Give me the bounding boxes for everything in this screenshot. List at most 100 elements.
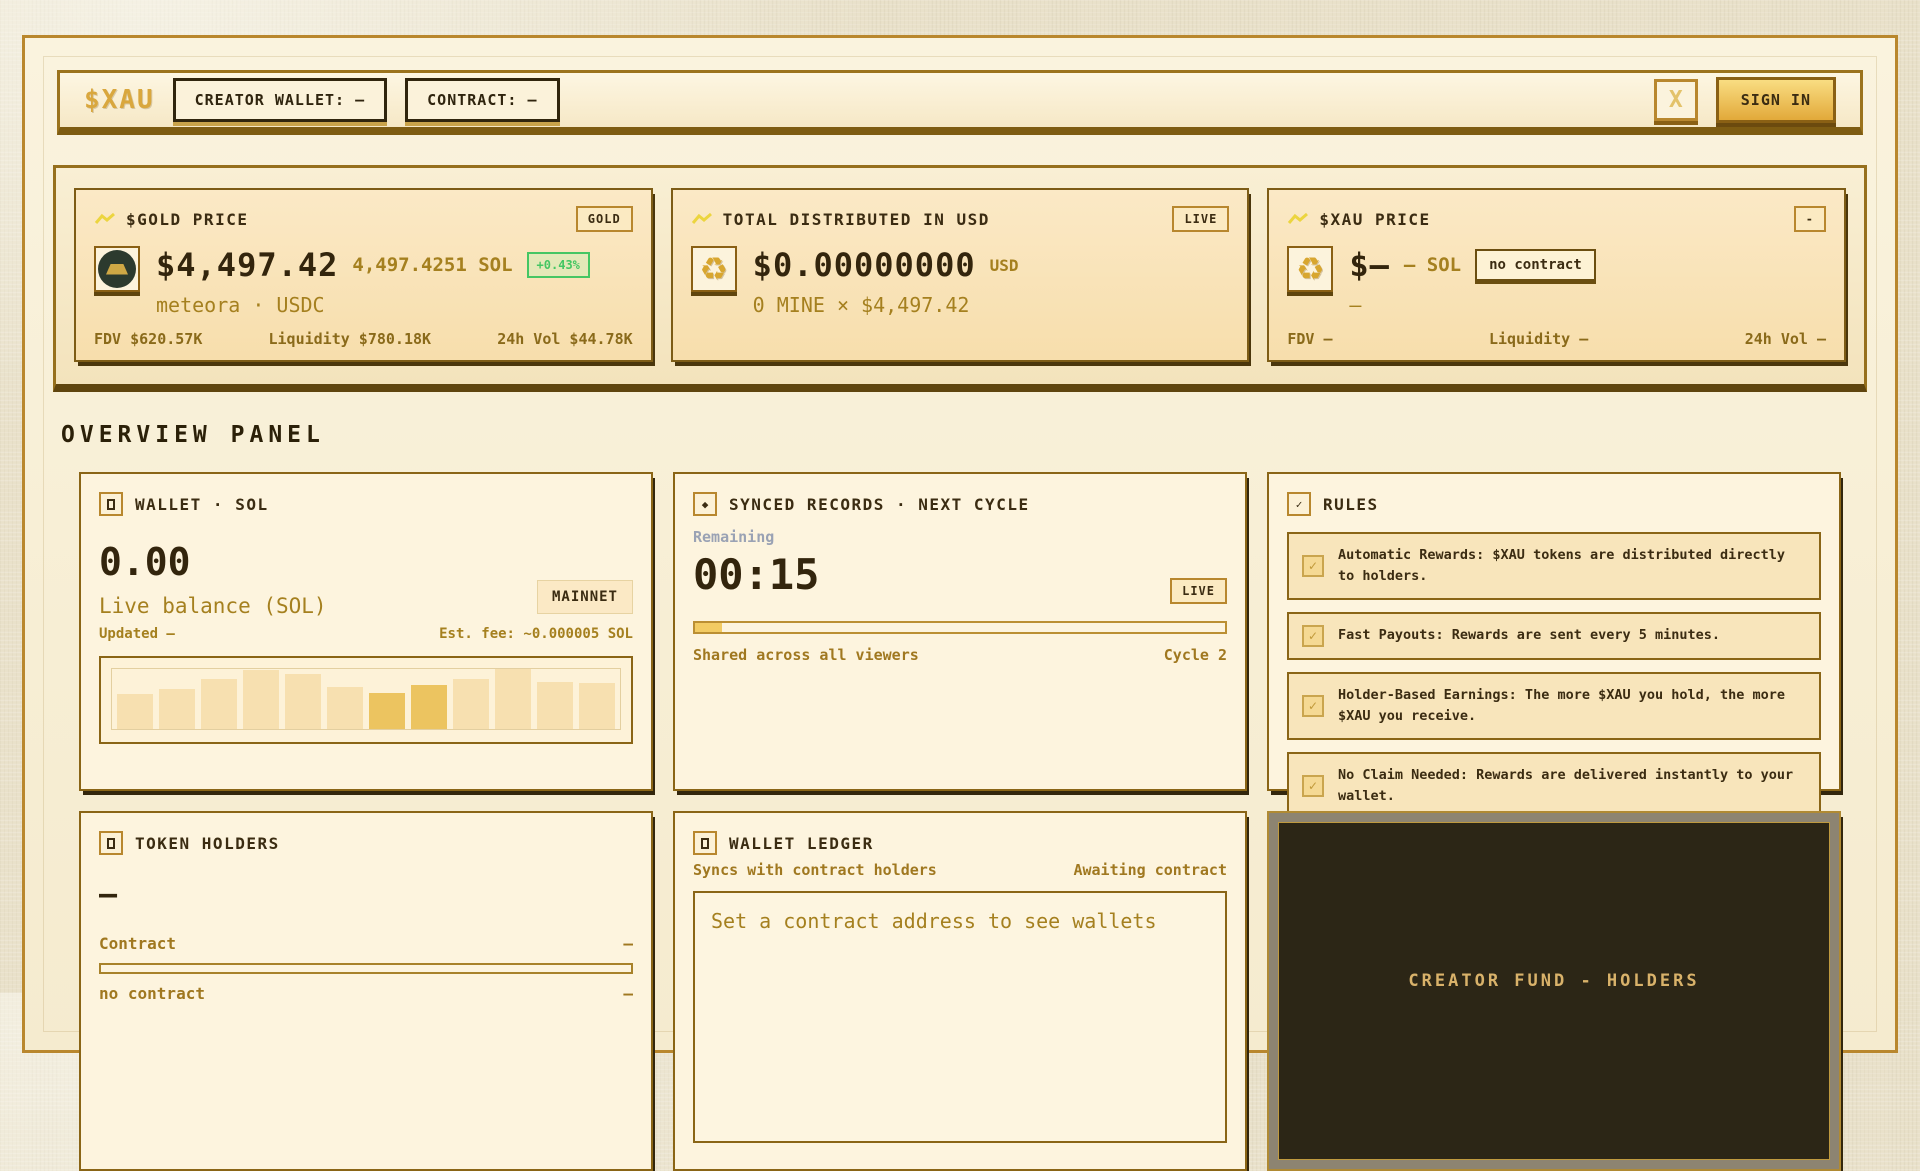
wallet-balance: 0.00 bbox=[99, 540, 633, 584]
holders-icon bbox=[99, 831, 123, 855]
xau-price-card: $XAU PRICE - ♻ $– – SOL no contract – FD… bbox=[1267, 188, 1846, 362]
creator-fund-screen: CREATOR FUND - HOLDERS bbox=[1278, 822, 1830, 1160]
contract-button[interactable]: CONTRACT: – bbox=[405, 78, 559, 122]
spark-bar bbox=[453, 679, 489, 729]
spark-bar bbox=[159, 689, 195, 729]
gold-price-card: $GOLD PRICE GOLD $4,497.42 4,497.4251 SO… bbox=[74, 188, 653, 362]
overview-heading: OVERVIEW PANEL bbox=[61, 422, 1861, 448]
check-icon: ✓ bbox=[1287, 492, 1311, 516]
fdv-stat: FDV $620.57K bbox=[94, 330, 202, 348]
overview-grid: WALLET · SOL 0.00 Live balance (SOL) MAI… bbox=[79, 472, 1841, 1171]
card-title: TOTAL DISTRIBUTED IN USD bbox=[723, 210, 990, 229]
holders-progress-bar bbox=[99, 963, 633, 974]
price-change-badge: +0.43% bbox=[527, 252, 590, 278]
pair-label: – bbox=[1349, 293, 1595, 317]
gold-ingot-icon bbox=[106, 264, 128, 275]
no-contract-row: no contract – bbox=[99, 984, 633, 1003]
price-text-column: $4,497.42 4,497.4251 SOL +0.43% meteora … bbox=[156, 246, 590, 317]
card-title: WALLET LEDGER bbox=[729, 834, 874, 853]
price-text-column: $0.00000000 USD 0 MINE × $4,497.42 bbox=[753, 246, 1019, 317]
updated-label: Updated – bbox=[99, 626, 175, 642]
distributed-token-icon: ♻ bbox=[691, 246, 737, 292]
rule-text: Holder-Based Earnings: The more $XAU you… bbox=[1338, 685, 1806, 727]
liquidity-stat: Liquidity – bbox=[1489, 330, 1588, 348]
pair-label: meteora · USDC bbox=[156, 293, 590, 317]
price-row: ♻ $0.00000000 USD 0 MINE × $4,497.42 bbox=[691, 246, 1230, 317]
price-strip: $GOLD PRICE GOLD $4,497.42 4,497.4251 SO… bbox=[53, 165, 1867, 392]
live-badge: LIVE bbox=[1172, 206, 1229, 232]
dash-badge: - bbox=[1794, 206, 1826, 232]
rule-text: No Claim Needed: Rewards are delivered i… bbox=[1338, 765, 1806, 807]
x-social-button[interactable]: X bbox=[1654, 79, 1698, 121]
chart-line-icon bbox=[94, 212, 116, 226]
price-main: $0.00000000 USD bbox=[753, 246, 1019, 284]
rule-checkbox-icon: ✓ bbox=[1302, 555, 1324, 577]
card-title: TOKEN HOLDERS bbox=[135, 834, 280, 853]
card-header: ✓ RULES bbox=[1287, 492, 1821, 516]
creator-wallet-button[interactable]: CREATOR WALLET: – bbox=[173, 78, 388, 122]
spark-bar bbox=[285, 674, 321, 729]
rule-item: ✓Holder-Based Earnings: The more $XAU yo… bbox=[1287, 672, 1821, 740]
sparkline-frame bbox=[99, 656, 633, 744]
fdv-stat: FDV – bbox=[1287, 330, 1332, 348]
app-frame: $XAU CREATOR WALLET: – CONTRACT: – X SIG… bbox=[22, 35, 1898, 1053]
no-contract-chip: no contract bbox=[1475, 249, 1596, 281]
live-badge: LIVE bbox=[1170, 578, 1227, 604]
contract-row: Contract – bbox=[99, 934, 633, 953]
wallet-meta-row: Updated – Est. fee: ~0.000005 SOL bbox=[99, 626, 633, 642]
card-title: WALLET · SOL bbox=[135, 495, 269, 514]
card-header: TOKEN HOLDERS bbox=[99, 831, 633, 855]
card-footer: FDV $620.57K Liquidity $780.18K 24h Vol … bbox=[94, 330, 633, 348]
chart-line-icon bbox=[691, 212, 713, 226]
card-header: $GOLD PRICE GOLD bbox=[94, 206, 633, 232]
wallet-ledger-card: WALLET LEDGER Syncs with contract holder… bbox=[673, 811, 1247, 1171]
card-title: $GOLD PRICE bbox=[126, 210, 248, 229]
diamond-icon: ◆ bbox=[693, 492, 717, 516]
rule-item: ✓Automatic Rewards: $XAU tokens are dist… bbox=[1287, 532, 1821, 600]
recycle-icon: ♻ bbox=[699, 253, 728, 285]
spark-bar bbox=[411, 685, 447, 729]
card-title: $XAU PRICE bbox=[1319, 210, 1430, 229]
sign-in-button[interactable]: SIGN IN bbox=[1716, 77, 1836, 123]
volume-stat: 24h Vol $44.78K bbox=[497, 330, 632, 348]
distributed-value: $0.00000000 bbox=[753, 246, 976, 284]
shared-label: Shared across all viewers bbox=[693, 646, 919, 664]
header-bar: $XAU CREATOR WALLET: – CONTRACT: – X SIG… bbox=[57, 70, 1863, 135]
price-text-column: $– – SOL no contract – bbox=[1349, 246, 1595, 317]
gold-token-icon bbox=[94, 246, 140, 292]
chart-line-icon bbox=[1287, 212, 1309, 226]
rules-list: ✓Automatic Rewards: $XAU tokens are dist… bbox=[1287, 532, 1821, 820]
ledger-list-box: Set a contract address to see wallets bbox=[693, 891, 1227, 1143]
xau-price-sol: – SOL bbox=[1404, 254, 1461, 276]
holders-icon-glyph bbox=[107, 838, 115, 849]
cycle-progress-fill bbox=[695, 623, 722, 632]
card-footer: FDV – Liquidity – 24h Vol – bbox=[1287, 330, 1826, 348]
contract-value: – bbox=[623, 934, 633, 953]
price-row: ♻ $– – SOL no contract – bbox=[1287, 246, 1826, 317]
liquidity-stat: Liquidity $780.18K bbox=[269, 330, 432, 348]
mainnet-badge: MAINNET bbox=[537, 580, 633, 614]
ledger-empty-message: Set a contract address to see wallets bbox=[711, 909, 1209, 933]
volume-stat: 24h Vol – bbox=[1745, 330, 1826, 348]
spark-bar bbox=[327, 687, 363, 729]
gold-price-value: $4,497.42 bbox=[156, 246, 338, 284]
spark-bar bbox=[495, 669, 531, 729]
gold-price-sol: 4,497.4251 SOL bbox=[352, 254, 512, 276]
rule-text: Fast Payouts: Rewards are sent every 5 m… bbox=[1338, 625, 1720, 646]
cycle-timer: 00:15 bbox=[693, 550, 1227, 599]
app-logo: $XAU bbox=[84, 85, 155, 115]
ledger-subheader: Syncs with contract holders Awaiting con… bbox=[693, 861, 1227, 879]
x-icon: X bbox=[1669, 87, 1683, 113]
synced-records-card: ◆ SYNCED RECORDS · NEXT CYCLE Remaining … bbox=[673, 472, 1247, 791]
recycle-icon: ♻ bbox=[1296, 253, 1325, 285]
contract-label: Contract bbox=[99, 934, 176, 953]
rule-item: ✓Fast Payouts: Rewards are sent every 5 … bbox=[1287, 612, 1821, 660]
card-header: TOTAL DISTRIBUTED IN USD LIVE bbox=[691, 206, 1230, 232]
creator-fund-title: CREATOR FUND - HOLDERS bbox=[1408, 971, 1699, 991]
mine-calc-label: 0 MINE × $4,497.42 bbox=[753, 293, 1019, 317]
no-contract-value: – bbox=[623, 984, 633, 1003]
xau-token-icon: ♻ bbox=[1287, 246, 1333, 292]
fee-label: Est. fee: ~0.000005 SOL bbox=[439, 626, 633, 642]
creator-fund-card: CREATOR FUND - HOLDERS bbox=[1267, 811, 1841, 1171]
gold-badge: GOLD bbox=[576, 206, 633, 232]
